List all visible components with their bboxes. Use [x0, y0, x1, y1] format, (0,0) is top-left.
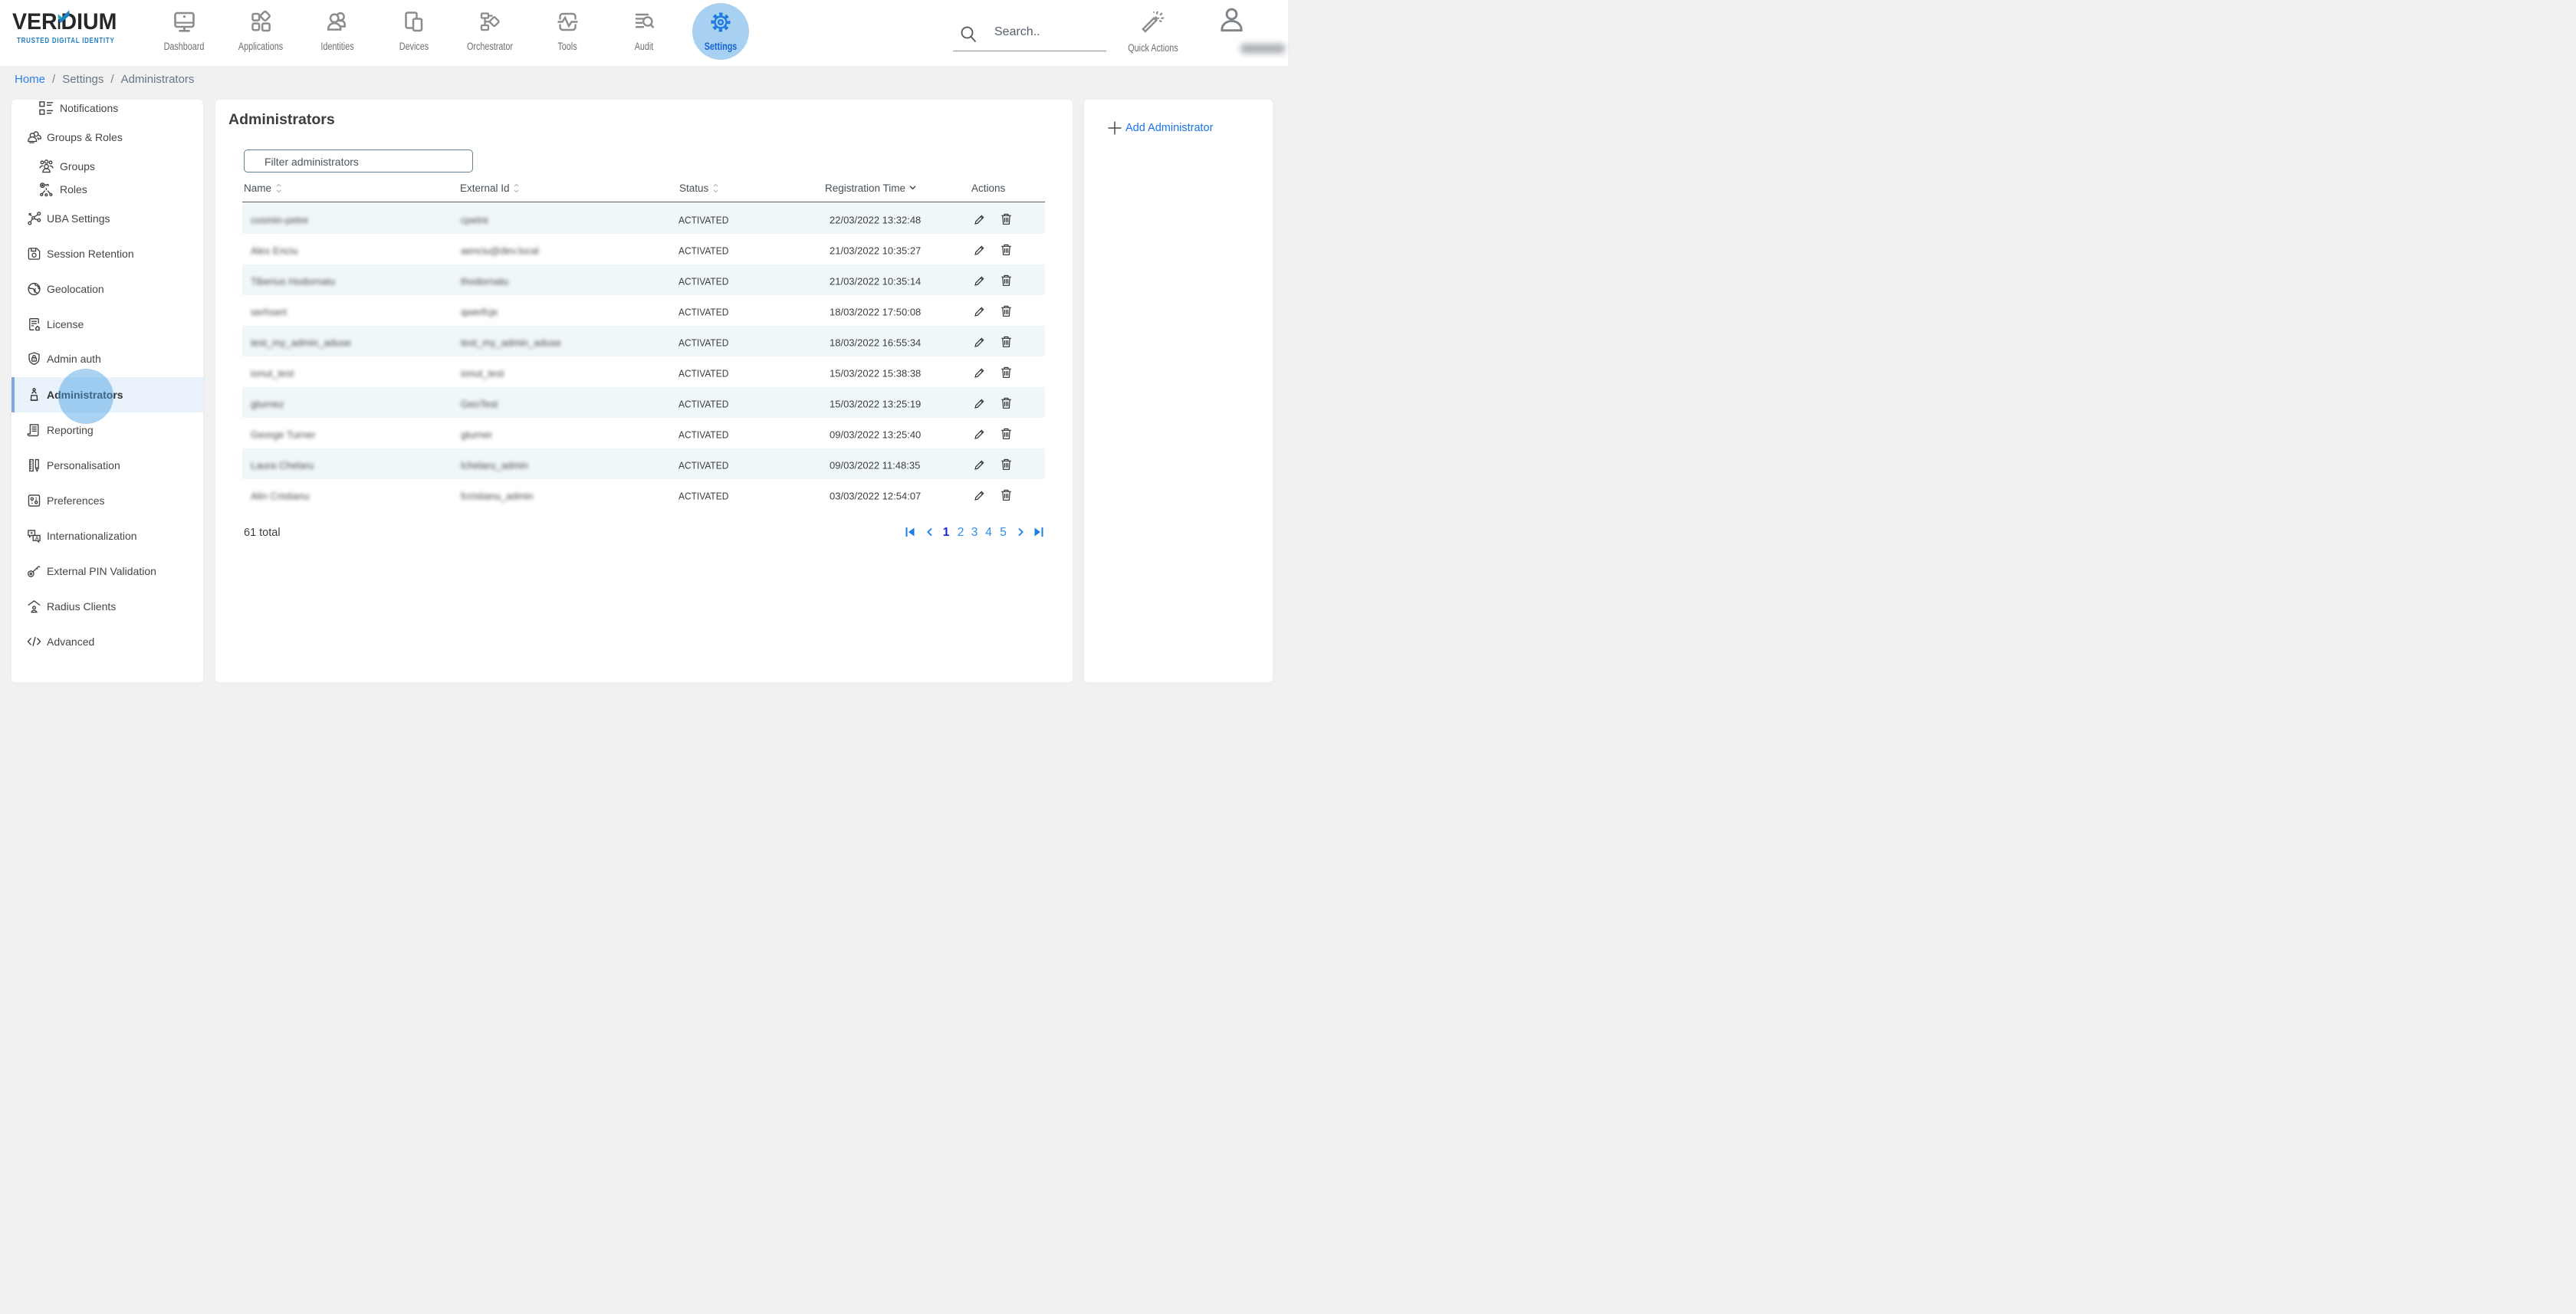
svg-text:A: A	[35, 536, 39, 541]
